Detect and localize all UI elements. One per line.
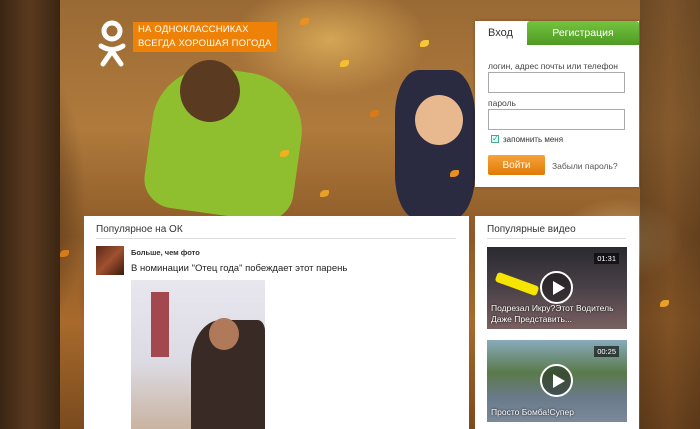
video-caption[interactable]: Подрезал Икру?Этот Водитель Даже Предста…: [491, 303, 623, 325]
image-detail: [151, 292, 169, 357]
tree-trunk: [0, 0, 60, 429]
remember-label: запомнить меня: [503, 135, 564, 144]
ok-logo-icon[interactable]: [97, 20, 127, 70]
divider: [96, 238, 456, 239]
video-card[interactable]: 01:31 Подрезал Икру?Этот Водитель Даже П…: [487, 247, 627, 329]
image-detail: [209, 318, 239, 350]
group-avatar[interactable]: [96, 246, 124, 275]
login-tabs: Вход Регистрация: [475, 21, 639, 45]
post-image[interactable]: [131, 280, 265, 429]
feed-title: Популярное на ОК: [96, 224, 183, 235]
leaf: [370, 110, 379, 117]
login-input[interactable]: [488, 72, 625, 93]
remember-checkbox[interactable]: ✓: [491, 135, 499, 143]
image-detail: [494, 271, 540, 297]
video-duration: 01:31: [594, 253, 619, 264]
popular-feed: Популярное на ОК Больше, чем фото В номи…: [84, 216, 469, 429]
leaf: [60, 250, 69, 257]
password-label: пароль: [488, 98, 516, 108]
tree-trunk-right: [640, 0, 700, 429]
tab-login[interactable]: Вход: [475, 21, 525, 45]
leaf: [420, 40, 429, 47]
play-icon[interactable]: [540, 271, 573, 304]
group-name-link[interactable]: Больше, чем фото: [131, 248, 200, 257]
login-button[interactable]: Войти: [488, 155, 545, 175]
leaf: [320, 190, 329, 197]
child-head-2: [415, 95, 463, 145]
tab-register[interactable]: Регистрация: [527, 21, 639, 45]
popular-videos: Популярные видео 01:31 Подрезал Икру?Это…: [475, 216, 639, 429]
slogan-line: ВСЕГДА ХОРОШАЯ ПОГОДА: [138, 38, 272, 49]
child-head: [180, 60, 240, 122]
video-card[interactable]: 00:25 Просто Бомба!Супер: [487, 340, 627, 422]
play-icon[interactable]: [540, 364, 573, 397]
slogan: НА ОДНОКЛАССНИКАХ ВСЕГДА ХОРОШАЯ ПОГОДА: [133, 22, 277, 52]
post-text[interactable]: В номинации "Отец года" побеждает этот п…: [131, 263, 347, 274]
forgot-password-link[interactable]: Забыли пароль?: [552, 161, 618, 171]
child-figure-2: [395, 70, 475, 220]
leaf: [300, 18, 309, 25]
videos-title: Популярные видео: [487, 224, 576, 235]
login-label: логин, адрес почты или телефон: [488, 61, 618, 71]
video-duration: 00:25: [594, 346, 619, 357]
divider: [487, 238, 626, 239]
video-caption[interactable]: Просто Бомба!Супер: [491, 407, 623, 418]
slogan-line: НА ОДНОКЛАССНИКАХ: [138, 24, 249, 35]
login-panel: Вход Регистрация логин, адрес почты или …: [475, 21, 639, 187]
leaf: [340, 60, 349, 67]
password-input[interactable]: [488, 109, 625, 130]
